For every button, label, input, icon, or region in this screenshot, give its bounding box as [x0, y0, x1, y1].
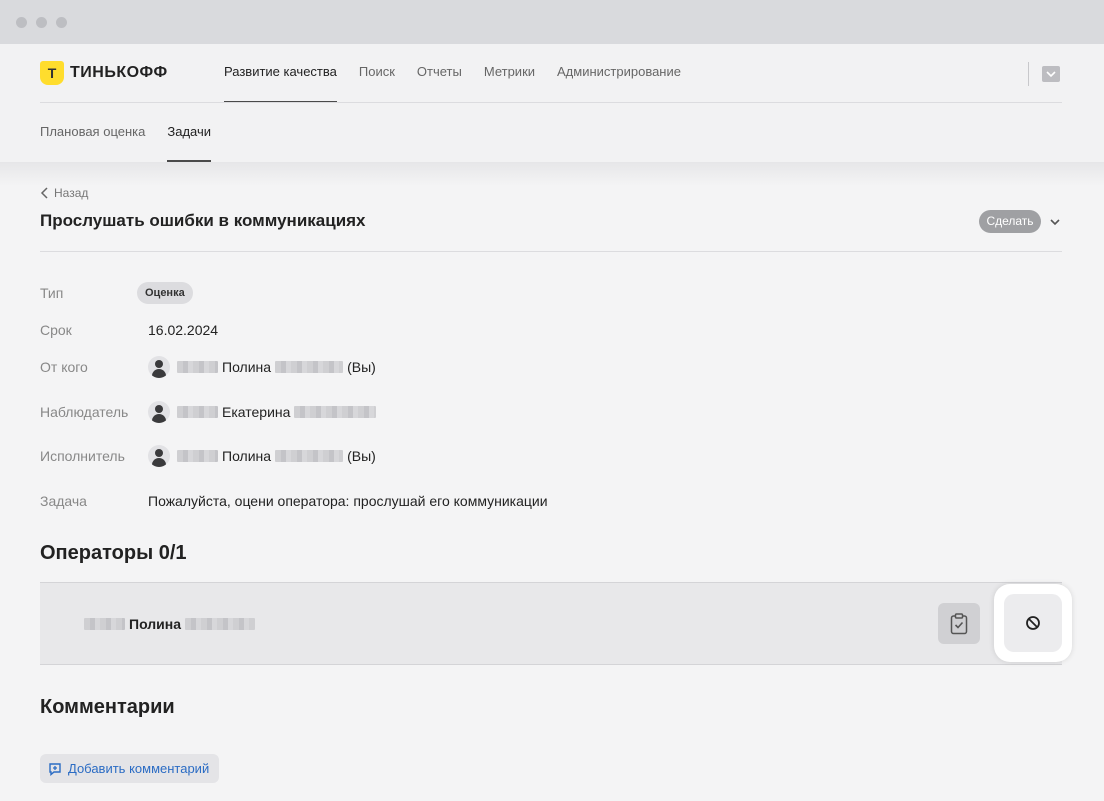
you-suffix: (Вы) — [347, 359, 376, 375]
from-label: От кого — [40, 359, 88, 375]
subnav-item-tasks[interactable]: Задачи — [167, 103, 211, 162]
avatar — [148, 445, 170, 467]
header-shadow — [0, 162, 1104, 186]
type-badge: Оценка — [137, 282, 193, 304]
avatar — [148, 356, 170, 378]
topnav-item-metrics[interactable]: Метрики — [484, 44, 535, 103]
redacted-patronymic — [185, 618, 256, 630]
from-first-name: Полина — [222, 359, 272, 375]
evaluate-operator-button[interactable] — [938, 603, 980, 644]
redacted-patronymic — [275, 361, 344, 373]
window-close-dot[interactable] — [16, 17, 27, 28]
deadline-label: Срок — [40, 322, 72, 338]
topnav-item-search[interactable]: Поиск — [359, 44, 395, 103]
type-label: Тип — [40, 285, 64, 301]
header-divider — [1028, 62, 1029, 86]
redacted-patronymic — [294, 406, 377, 418]
subnav-item-planned-eval[interactable]: Плановая оценка — [40, 103, 145, 162]
redacted-surname — [177, 406, 218, 418]
task-text-label: Задача — [40, 493, 87, 509]
page-title: Прослушать ошибки в коммуникациях — [40, 211, 366, 230]
logo-shield-icon: Т — [40, 61, 64, 85]
redacted-surname — [177, 361, 218, 373]
operators-title: Операторы 0/1 — [40, 542, 187, 564]
chevron-down-icon[interactable] — [1047, 214, 1063, 230]
avatar — [148, 401, 170, 423]
redacted-patronymic — [275, 450, 344, 462]
do-task-button[interactable]: Сделать — [979, 210, 1041, 233]
window-minimize-dot[interactable] — [36, 17, 47, 28]
observer-first-name: Екатерина — [222, 404, 291, 420]
you-suffix: (Вы) — [347, 448, 376, 464]
operator-name: Полина — [84, 616, 256, 632]
from-person[interactable]: Полина (Вы) — [148, 356, 380, 378]
redacted-surname — [84, 618, 125, 630]
observer-person[interactable]: Екатерина — [148, 401, 377, 423]
add-comment-label: Добавить комментарий — [68, 761, 210, 776]
skip-operator-button[interactable] — [1004, 594, 1062, 652]
block-icon — [1026, 616, 1040, 630]
window-maximize-dot[interactable] — [56, 17, 67, 28]
task-text-value: Пожалуйста, оцени оператора: прослушай е… — [148, 493, 548, 509]
logo-text: ТИНЬКОФФ — [70, 64, 168, 81]
back-label: Назад — [54, 186, 89, 200]
chevron-left-icon — [40, 187, 48, 199]
add-comment-button[interactable]: Добавить комментарий — [40, 754, 220, 783]
assignee-label: Исполнитель — [40, 448, 125, 464]
topnav-item-quality[interactable]: Развитие качества — [224, 44, 337, 103]
sub-navigation: Плановая оценка Задачи — [40, 103, 233, 162]
topnav-item-reports[interactable]: Отчеты — [417, 44, 462, 103]
window-titlebar — [0, 0, 1104, 44]
inbox-icon[interactable] — [1042, 66, 1060, 82]
assignee-person[interactable]: Полина (Вы) — [148, 445, 380, 467]
clipboard-check-icon — [950, 612, 968, 634]
comments-title: Комментарии — [40, 696, 175, 718]
comment-add-icon — [49, 762, 61, 776]
topnav-item-admin[interactable]: Администрирование — [557, 44, 681, 103]
top-navigation: Развитие качества Поиск Отчеты Метрики А… — [224, 44, 703, 103]
back-link[interactable]: Назад — [40, 186, 88, 200]
observer-label: Наблюдатель — [40, 404, 129, 420]
redacted-surname — [177, 450, 218, 462]
operator-first-name: Полина — [129, 616, 182, 632]
brand-logo[interactable]: Т ТИНЬКОФФ — [40, 61, 168, 85]
title-separator — [40, 251, 1062, 252]
deadline-value: 16.02.2024 — [148, 322, 219, 338]
app-header: Т ТИНЬКОФФ Развитие качества Поиск Отчет… — [0, 44, 1104, 162]
assignee-first-name: Полина — [222, 448, 272, 464]
skip-operator-highlight — [994, 584, 1072, 662]
operator-row[interactable]: Полина — [40, 582, 1072, 665]
